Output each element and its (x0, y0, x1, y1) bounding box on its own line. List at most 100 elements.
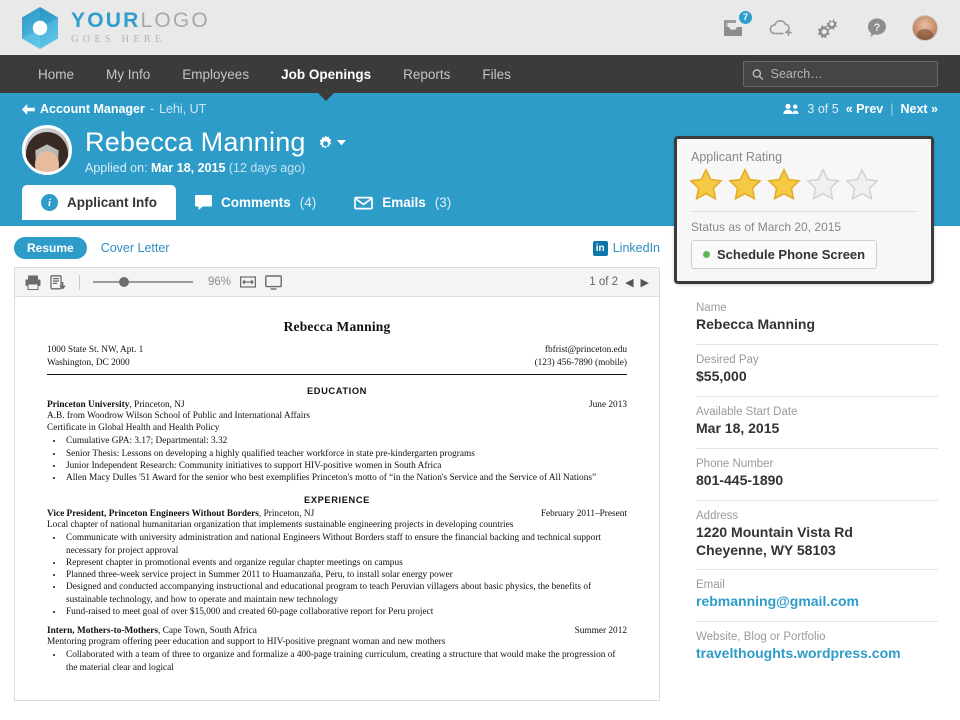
nav-item-employees[interactable]: Employees (166, 55, 265, 93)
nav-item-files[interactable]: Files (466, 55, 527, 93)
field-label: Website, Blog or Portfolio (696, 631, 938, 643)
applied-date: Mar 18, 2015 (151, 161, 225, 175)
linkedin-label: LinkedIn (613, 241, 660, 255)
field-label: Phone Number (696, 458, 938, 470)
gear-icon (317, 134, 334, 151)
pager-next-link[interactable]: Next » (900, 102, 938, 116)
rating-label: Applicant Rating (691, 150, 917, 164)
nav-item-home[interactable]: Home (22, 55, 90, 93)
cloud-upload-icon[interactable] (768, 15, 794, 41)
tab-cover-letter[interactable]: Cover Letter (101, 241, 170, 255)
nav-item-my-info[interactable]: My Info (90, 55, 166, 93)
user-avatar[interactable] (912, 15, 938, 41)
nav-item-reports[interactable]: Reports (387, 55, 466, 93)
field-value: $55,000 (696, 368, 938, 386)
tab-emails[interactable]: Emails (3) (335, 185, 470, 220)
svg-text:?: ? (874, 22, 881, 34)
tab-resume[interactable]: Resume (14, 237, 87, 259)
resume-address-1: 1000 State St. NW, Apt. 1 (47, 344, 143, 357)
exp-date: Summer 2012 (575, 626, 627, 636)
linkedin-link[interactable]: in LinkedIn (593, 241, 660, 256)
resume-section-experience: EXPERIENCE (47, 495, 627, 505)
applicant-rating-card: Applicant Rating Status as of March 20, … (674, 136, 934, 284)
edu-date: June 2013 (589, 400, 627, 410)
field-label: Address (696, 510, 938, 522)
star-icon-filled[interactable] (688, 168, 724, 203)
exp-summary: Local chapter of national humanitarian o… (47, 519, 627, 531)
list-item: Fund-raised to meet goal of over $15,000… (64, 606, 627, 618)
presentation-mode-icon[interactable] (265, 275, 282, 290)
tab-label: Emails (382, 195, 426, 210)
nav-item-job-openings[interactable]: Job Openings (265, 55, 387, 93)
help-icon[interactable]: ? (864, 15, 890, 41)
field-desired-pay: Desired Pay $55,000 (696, 345, 938, 397)
star-icon-filled[interactable] (766, 168, 802, 203)
star-icon-empty[interactable] (805, 168, 841, 203)
list-item: Allen Macy Dulles '51 Award for the seni… (64, 472, 627, 484)
edu-bullets: Cumulative GPA: 3.17; Departmental: 3.32… (64, 435, 627, 484)
tab-applicant-info[interactable]: i Applicant Info (22, 185, 176, 220)
print-icon[interactable] (25, 275, 41, 290)
resume-phone: (123) 456-7890 (mobile) (341, 357, 627, 370)
breadcrumb-job-link[interactable]: Account Manager (40, 102, 145, 116)
exp-date: February 2011–Present (541, 509, 627, 519)
tab-count: (3) (435, 195, 452, 210)
zoom-slider[interactable] (93, 281, 193, 283)
search-icon (752, 68, 764, 81)
search-box[interactable] (743, 61, 938, 87)
exp-location: , Princeton, NJ (259, 509, 314, 519)
rating-stars[interactable] (688, 168, 917, 203)
settings-gears-icon[interactable] (816, 15, 842, 41)
zoom-slider-knob[interactable] (119, 277, 129, 287)
fit-width-icon[interactable] (240, 275, 256, 289)
field-value-link[interactable]: rebmanning@gmail.com (696, 593, 938, 611)
search-input[interactable] (771, 67, 929, 81)
applicant-sidebar: Applicant Rating Status as of March 20, … (674, 226, 960, 713)
download-icon[interactable] (50, 275, 66, 290)
resume-section-education: EDUCATION (47, 386, 627, 396)
logo-hexagon-icon (20, 6, 60, 50)
tab-comments[interactable]: Comments (4) (176, 185, 335, 220)
experience-entry: Intern, Mothers-to-Mothers, Cape Town, S… (47, 626, 627, 674)
applied-ago: (12 days ago) (229, 161, 305, 175)
status-dot-icon (703, 251, 710, 258)
field-value-link[interactable]: travelthoughts.wordpress.com (696, 645, 938, 663)
applicant-actions-menu[interactable] (317, 134, 346, 151)
field-label: Email (696, 579, 938, 591)
list-item: Represent chapter in promotional events … (64, 557, 627, 569)
pager-count: 3 of 5 (807, 102, 838, 116)
pdf-page-nav: 1 of 2 ◀ ▶ (589, 276, 649, 289)
edu-school: Princeton University (47, 400, 129, 410)
field-name: Name Rebecca Manning (696, 293, 938, 345)
resume-divider (47, 374, 627, 375)
list-item: Collaborated with a team of three to org… (64, 649, 627, 674)
applicant-photo (22, 125, 72, 175)
exp-location: , Cape Town, South Africa (158, 626, 257, 636)
page-next-button[interactable]: ▶ (641, 276, 649, 289)
exp-title: Vice President, Princeton Engineers With… (47, 509, 259, 519)
page-prev-button[interactable]: ◀ (625, 276, 633, 289)
back-arrow-icon[interactable] (22, 104, 35, 115)
rating-card-divider (691, 211, 917, 212)
star-icon-filled[interactable] (727, 168, 763, 203)
exp-bullets: Collaborated with a team of three to org… (64, 649, 627, 674)
status-badge[interactable]: Schedule Phone Screen (691, 240, 877, 269)
pdf-toolbar: 96% 1 of 2 ◀ ▶ (15, 268, 659, 297)
logo-text-secondary: LOGO (140, 9, 209, 32)
nav-label: Reports (403, 67, 450, 82)
document-subtabs: Resume Cover Letter in LinkedIn (14, 235, 660, 261)
star-icon-empty[interactable] (844, 168, 880, 203)
applicant-fields: Name Rebecca Manning Desired Pay $55,000… (674, 226, 960, 673)
field-value: 1220 Mountain Vista Rd Cheyenne, WY 5810… (696, 524, 938, 560)
field-value: Mar 18, 2015 (696, 420, 938, 438)
envelope-icon (354, 196, 373, 210)
field-phone-number: Phone Number 801-445-1890 (696, 449, 938, 501)
app-logo[interactable]: YOURLOGO GOES HERE (20, 6, 210, 50)
logo-text-primary: YOUR (71, 9, 140, 32)
field-value: Rebecca Manning (696, 316, 938, 334)
inbox-badge: 7 (738, 10, 753, 25)
inbox-icon[interactable]: 7 (720, 15, 746, 41)
field-value: 801-445-1890 (696, 472, 938, 490)
pager-prev-link[interactable]: « Prev (846, 102, 884, 116)
breadcrumb-location: Lehi, UT (159, 102, 206, 116)
